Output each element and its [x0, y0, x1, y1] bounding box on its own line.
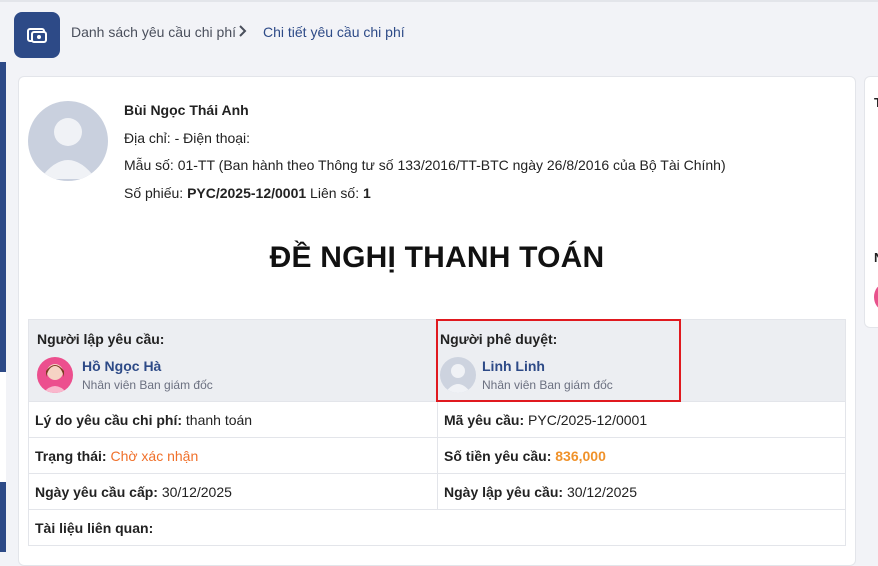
table-row: Tài liệu liên quan: — [29, 510, 845, 546]
sidebar-strip — [0, 62, 6, 552]
created-date-value: 30/12/2025 — [566, 484, 638, 500]
user-placeholder-icon — [40, 118, 96, 179]
copy-label: Liên số: — [310, 185, 360, 201]
amount-field: Số tiền yêu cầu: 836,000 — [444, 448, 606, 464]
copy-number: 1 — [362, 185, 371, 201]
breadcrumb-current: Chi tiết yêu cầu chi phí — [263, 24, 405, 40]
amount-value: 836,000 — [555, 448, 606, 464]
reason-field: Lý do yêu cầu chi phí: thanh toán — [35, 412, 252, 428]
form-number: Mẫu số: 01-TT (Ban hành theo Thông tư số… — [124, 157, 726, 173]
requester-label: Người lập yêu cầu: — [37, 331, 165, 347]
voucher-number: PYC/2025-12/0001 — [187, 185, 307, 201]
attachments-label: Tài liệu liên quan: — [35, 520, 154, 536]
voucher-label: Số phiếu: — [124, 185, 184, 201]
reason-label: Lý do yêu cầu chi phí: — [35, 412, 183, 428]
breadcrumb-chevron-icon — [238, 23, 248, 42]
requester-name[interactable]: Hồ Ngọc Hà — [82, 358, 161, 374]
wallet-icon — [27, 28, 47, 43]
created-date-label: Ngày lập yêu cầu: — [444, 484, 564, 500]
table-row: Trạng thái: Chờ xác nhận Số tiền yêu cầu… — [29, 438, 845, 474]
right-side-panel: T N — [864, 76, 878, 328]
company-name: Bùi Ngọc Thái Anh — [124, 102, 249, 118]
request-code-value: PYC/2025-12/0001 — [528, 412, 648, 428]
reason-value: thanh toán — [185, 412, 253, 428]
requester-cell: Người lập yêu cầu: Hồ Ngọc Hà Nhân viên … — [29, 320, 438, 401]
status-label: Trạng thái: — [35, 448, 107, 464]
requester-avatar — [37, 357, 73, 393]
avatar — [874, 284, 878, 310]
top-bar: Danh sách yêu cầu chi phí Chi tiết yêu c… — [0, 0, 878, 62]
status-field: Trạng thái: Chờ xác nhận — [35, 448, 198, 464]
status-badge: Chờ xác nhận — [110, 448, 199, 464]
approver-highlight-box — [436, 319, 681, 402]
voucher-number-line: Số phiếu: PYC/2025-12/0001 Liên số: 1 — [124, 185, 371, 201]
requester-role: Nhân viên Ban giám đốc — [82, 378, 213, 392]
app-logo-button[interactable] — [14, 12, 60, 58]
document-title: ĐỀ NGHỊ THANH TOÁN — [269, 241, 605, 274]
right-panel-heading: T — [874, 95, 878, 110]
issue-date-field: Ngày yêu cầu cấp: 30/12/2025 — [35, 484, 232, 500]
issue-date-label: Ngày yêu cầu cấp: — [35, 484, 158, 500]
created-date-field: Ngày lập yêu cầu: 30/12/2025 — [444, 484, 637, 500]
issue-date-value: 30/12/2025 — [161, 484, 232, 500]
right-panel-subheading: N — [874, 250, 878, 265]
request-code-field: Mã yêu cầu: PYC/2025-12/0001 — [444, 412, 647, 428]
breadcrumb-parent-link[interactable]: Danh sách yêu cầu chi phí — [71, 24, 236, 40]
amount-label: Số tiền yêu cầu: — [444, 448, 552, 464]
attachments-field: Tài liệu liên quan: — [35, 520, 153, 536]
table-row: Ngày yêu cầu cấp: 30/12/2025 Ngày lập yê… — [29, 474, 845, 510]
table-row: Lý do yêu cầu chi phí: thanh toán Mã yêu… — [29, 402, 845, 438]
company-avatar — [28, 101, 108, 181]
company-address: Địa chỉ: - Điện thoại: — [124, 130, 251, 146]
request-code-label: Mã yêu cầu: — [444, 412, 525, 428]
